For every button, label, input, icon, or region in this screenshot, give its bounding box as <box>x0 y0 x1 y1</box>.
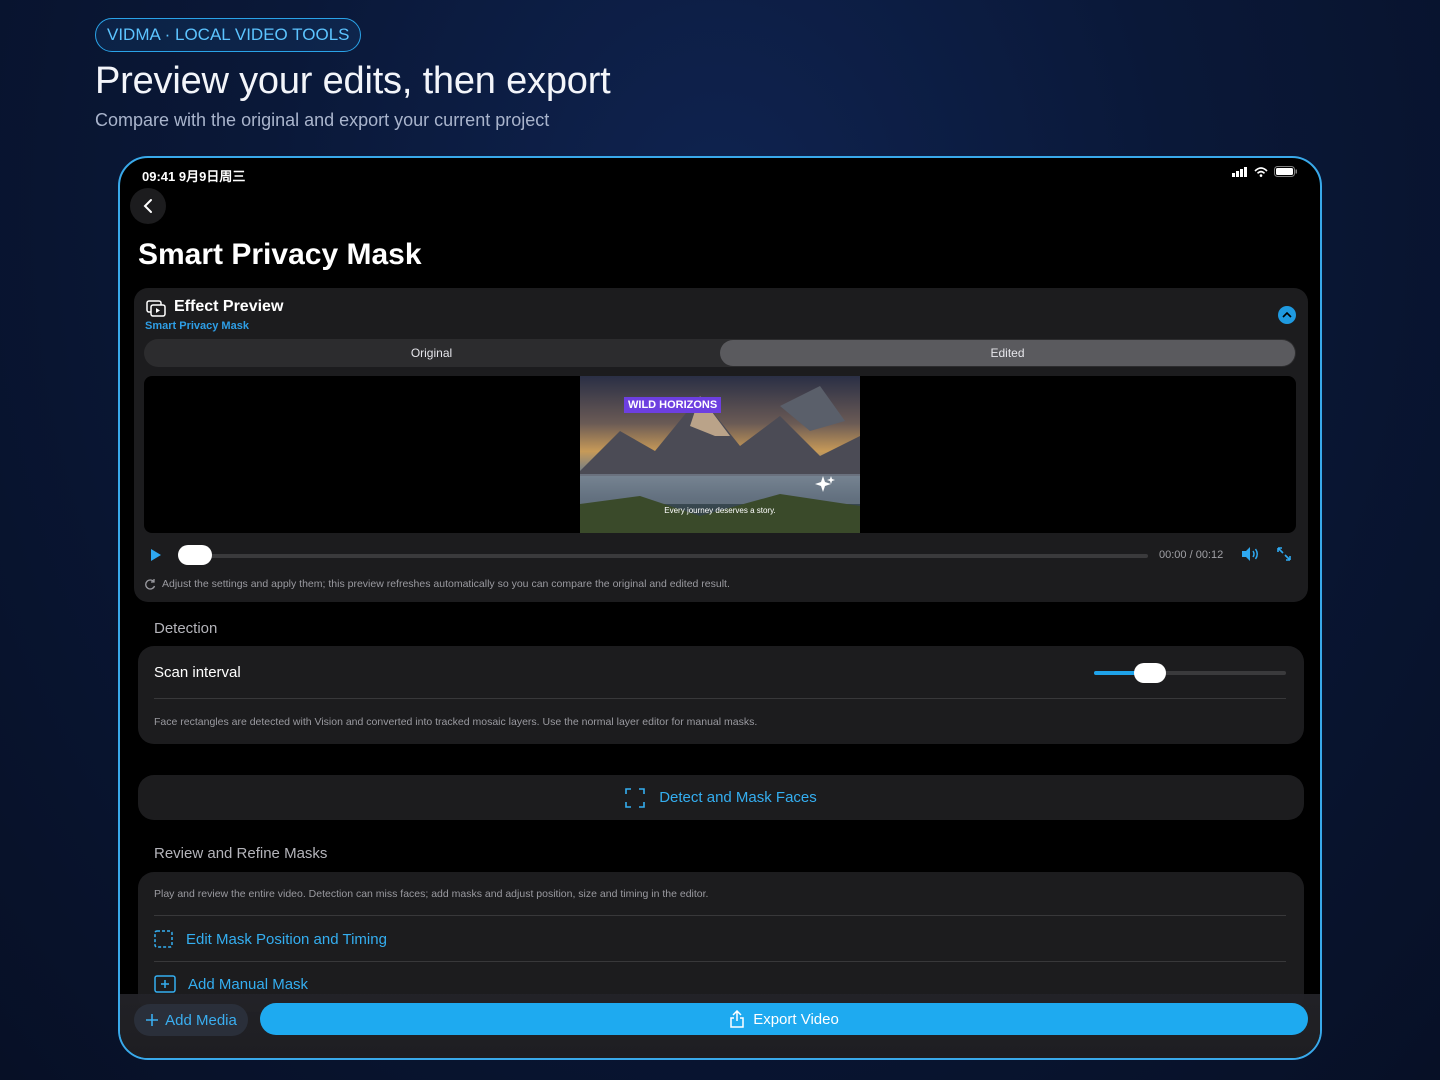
video-caption: Every journey deserves a story. <box>664 506 776 515</box>
add-media-label: Add Media <box>165 1011 237 1029</box>
plus-square-icon <box>154 975 176 993</box>
detection-note: Face rectangles are detected with Vision… <box>154 716 758 728</box>
scan-interval-thumb[interactable] <box>1133 663 1166 683</box>
detection-section-title: Detection <box>154 620 218 637</box>
edit-mask-row[interactable]: Edit Mask Position and Timing <box>154 930 387 948</box>
hero-title: Preview your edits, then export <box>95 60 611 102</box>
segment-original[interactable]: Original <box>144 339 719 367</box>
bottom-toolbar: Add Media Export Video <box>120 994 1320 1058</box>
effect-preview-card: Effect Preview Smart Privacy Mask Origin… <box>134 288 1308 602</box>
detect-mask-faces-label: Detect and Mask Faces <box>659 789 817 806</box>
fullscreen-icon[interactable] <box>1276 546 1292 562</box>
review-note: Play and review the entire video. Detect… <box>154 888 709 900</box>
add-manual-mask-label: Add Manual Mask <box>188 975 309 993</box>
scan-interval-label: Scan interval <box>154 664 241 681</box>
preview-hint: Adjust the settings and apply them; this… <box>144 578 730 590</box>
compare-segmented-control: Original Edited <box>144 339 1296 367</box>
playback-controls: 00:00 / 00:12 <box>144 544 1296 566</box>
device-frame: 09:41 9月9日周三 Smart Privacy Mask Effect P… <box>118 156 1322 1060</box>
volume-icon[interactable] <box>1240 546 1260 562</box>
divider <box>154 698 1286 699</box>
chevron-up-icon <box>1282 311 1292 318</box>
preview-title: Effect Preview <box>174 298 284 315</box>
detect-mask-faces-button[interactable]: Detect and Mask Faces <box>138 775 1304 820</box>
scrubber-thumb[interactable] <box>178 545 212 565</box>
signal-icon <box>1232 166 1247 177</box>
divider <box>154 961 1286 962</box>
face-scan-icon <box>625 787 646 808</box>
refresh-icon <box>145 579 156 590</box>
video-title-tag: WILD HORIZONS <box>624 397 722 413</box>
share-icon <box>730 1010 744 1028</box>
review-card: Play and review the entire video. Detect… <box>138 872 1304 1012</box>
preview-subtitle: Smart Privacy Mask <box>145 320 249 332</box>
add-manual-mask-row[interactable]: Add Manual Mask <box>154 975 308 993</box>
page-title: Smart Privacy Mask <box>138 238 422 271</box>
segment-edited[interactable]: Edited <box>720 340 1295 366</box>
wifi-icon <box>1254 166 1268 177</box>
edit-mask-label: Edit Mask Position and Timing <box>186 930 387 948</box>
battery-icon <box>1274 166 1297 177</box>
app-tag: VIDMA · LOCAL VIDEO TOOLS <box>95 18 362 52</box>
chevron-left-icon <box>143 199 152 213</box>
video-thumbnail: WILD HORIZONS Every journey deserves a s… <box>580 376 860 533</box>
status-icons <box>1232 166 1298 177</box>
sparkle-icon <box>815 476 835 492</box>
divider <box>154 915 1286 916</box>
playback-time: 00:00 / 00:12 <box>1159 549 1224 561</box>
preview-hint-text: Adjust the settings and apply them; this… <box>162 578 730 590</box>
detection-card: Scan interval Face rectangles are detect… <box>138 646 1304 744</box>
dashed-rect-icon <box>154 930 173 948</box>
review-section-title: Review and Refine Masks <box>154 845 328 862</box>
back-button[interactable] <box>130 188 166 224</box>
play-icon[interactable] <box>150 548 162 562</box>
plus-icon <box>146 1014 159 1026</box>
preview-icon <box>146 300 166 317</box>
hero-subtitle: Compare with the original and export you… <box>95 110 550 130</box>
collapse-button[interactable] <box>1278 306 1296 324</box>
status-time: 09:41 9月9日周三 <box>142 169 246 184</box>
export-video-button[interactable]: Export Video <box>260 1003 1308 1035</box>
scrubber-track[interactable] <box>182 554 1148 558</box>
video-player[interactable]: WILD HORIZONS Every journey deserves a s… <box>144 376 1296 533</box>
export-video-label: Export Video <box>753 1010 839 1028</box>
add-media-button[interactable]: Add Media <box>134 1004 248 1036</box>
